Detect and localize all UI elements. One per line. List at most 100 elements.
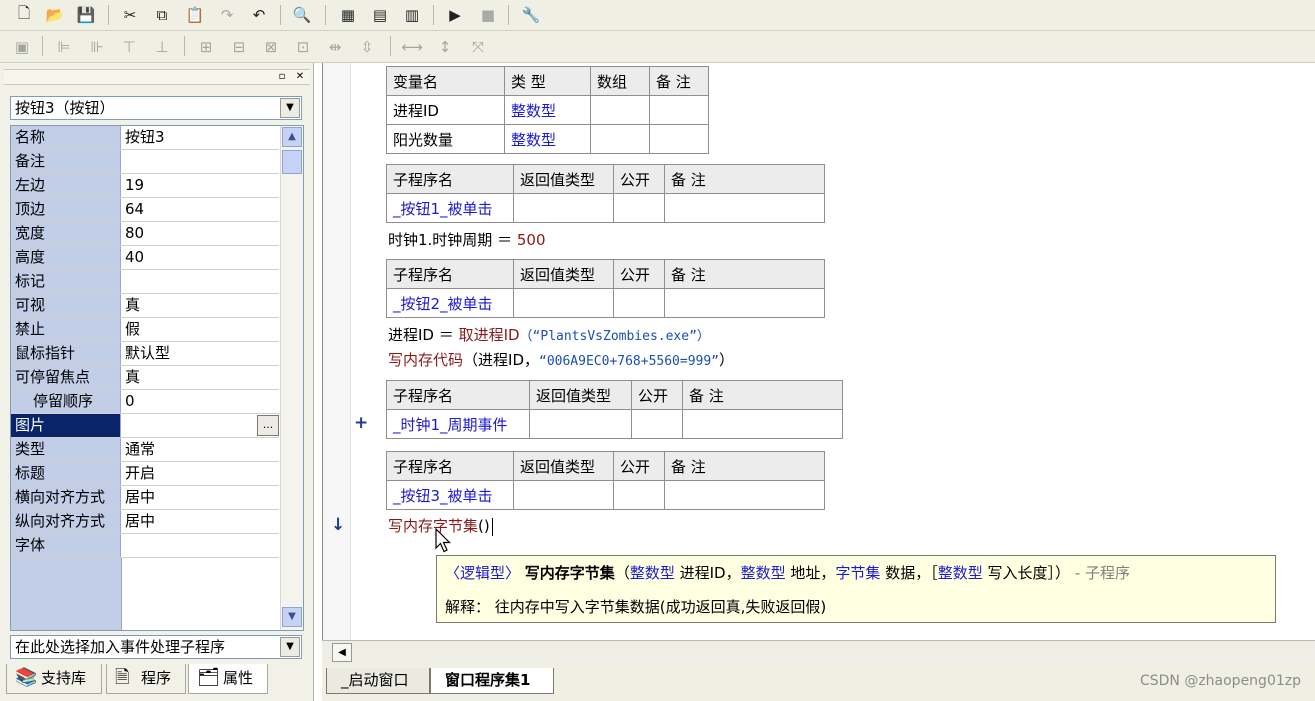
table-cell[interactable] bbox=[664, 193, 825, 223]
align-left-icon[interactable]: ⊫ bbox=[52, 36, 76, 58]
table-row[interactable]: _按钮3_被单击 bbox=[386, 480, 825, 510]
property-value[interactable]: 假 bbox=[122, 318, 279, 341]
code-line-3[interactable]: 写内存代码（进程ID，“006A9EC0+768+5560=999”） bbox=[388, 349, 734, 370]
tab-program[interactable]: 🗎 程序 bbox=[106, 664, 186, 694]
tab-properties[interactable]: 🗂 属性 bbox=[188, 664, 268, 694]
property-value[interactable]: 64 bbox=[122, 198, 279, 221]
panel-close-icon[interactable]: ✕ bbox=[294, 71, 306, 83]
property-value[interactable]: 默认型 bbox=[122, 342, 279, 365]
property-value[interactable]: 居中 bbox=[122, 486, 279, 509]
stop-icon[interactable]: ■ bbox=[476, 4, 500, 26]
subroutine-name[interactable]: _按钮1_被单击 bbox=[386, 193, 514, 223]
space-v-icon[interactable]: ⇳ bbox=[355, 36, 379, 58]
property-value[interactable]: 40 bbox=[122, 246, 279, 269]
align-right-icon[interactable]: ⊪ bbox=[85, 36, 109, 58]
paste-icon[interactable]: 📋 bbox=[183, 4, 207, 26]
property-row[interactable]: 停留顺序 0 bbox=[11, 390, 279, 414]
property-row[interactable]: 标题 开启 bbox=[11, 462, 279, 486]
component-selector[interactable]: 按钮3（按钮） ▼ bbox=[10, 96, 302, 120]
table-cell[interactable] bbox=[664, 480, 825, 510]
property-row[interactable]: 类型 通常 bbox=[11, 438, 279, 462]
tab-window-assembly[interactable]: 窗口程序集1 bbox=[430, 668, 554, 694]
run-icon[interactable]: ▶ bbox=[443, 4, 467, 26]
redo-icon[interactable]: ↷ bbox=[215, 4, 239, 26]
property-value[interactable]: 居中 bbox=[122, 510, 279, 533]
height-icon[interactable]: ↕ bbox=[433, 36, 457, 58]
table-row[interactable]: _时钟1_周期事件 bbox=[386, 409, 843, 439]
table-cell[interactable] bbox=[664, 288, 825, 318]
property-value[interactable]: 按钮3 bbox=[122, 126, 279, 149]
property-scrollbar[interactable]: ▲ ▼ bbox=[280, 126, 303, 630]
property-row[interactable]: 标记 bbox=[11, 270, 279, 294]
property-row[interactable]: 禁止假 bbox=[11, 318, 279, 342]
panel-restore-icon[interactable]: ▫ bbox=[276, 71, 288, 83]
table-cell[interactable] bbox=[529, 409, 632, 439]
layout-left-icon[interactable]: ▦ bbox=[336, 4, 360, 26]
width-icon[interactable]: ⟷ bbox=[400, 36, 424, 58]
table-row[interactable]: 阳光数量 整数型 bbox=[386, 124, 709, 154]
table-cell[interactable] bbox=[513, 288, 614, 318]
editor-hscrollbar[interactable]: ◀ bbox=[322, 640, 1315, 664]
property-value[interactable]: 19 bbox=[122, 174, 279, 197]
property-row[interactable]: 宽度 80 bbox=[11, 222, 279, 246]
table-cell[interactable] bbox=[613, 480, 665, 510]
property-value[interactable] bbox=[122, 414, 279, 437]
table-row[interactable]: _按钮2_被单击 bbox=[386, 288, 825, 318]
scroll-thumb[interactable] bbox=[282, 150, 302, 174]
align-grid-icon[interactable]: ▣ bbox=[10, 36, 34, 58]
property-row[interactable]: 横向对齐方式 居中 bbox=[11, 486, 279, 510]
table-cell[interactable] bbox=[513, 193, 614, 223]
layout-top-icon[interactable]: ▤ bbox=[368, 4, 392, 26]
debug-icon[interactable]: 🔧 bbox=[519, 4, 543, 26]
table-cell[interactable]: 整数型 bbox=[504, 124, 591, 154]
property-row[interactable]: 高度 40 bbox=[11, 246, 279, 270]
event-selector[interactable]: 在此处选择加入事件处理子程序 ▼ bbox=[10, 635, 302, 659]
property-value[interactable]: 真 bbox=[122, 294, 279, 317]
property-value[interactable] bbox=[122, 150, 279, 173]
center-v-icon[interactable]: ⊟ bbox=[227, 36, 251, 58]
chevron-down-icon[interactable]: ▼ bbox=[280, 98, 300, 118]
property-value[interactable]: 开启 bbox=[122, 462, 279, 485]
table-cell[interactable] bbox=[590, 95, 650, 125]
property-value[interactable]: 真 bbox=[122, 366, 279, 389]
table-cell[interactable] bbox=[613, 193, 665, 223]
subroutine-name[interactable]: _时钟1_周期事件 bbox=[386, 409, 530, 439]
size-icon[interactable]: ⤧ bbox=[466, 36, 490, 58]
align-top-icon[interactable]: ⊤ bbox=[117, 36, 141, 58]
table-row[interactable]: _按钮1_被单击 bbox=[386, 193, 825, 223]
property-value[interactable] bbox=[122, 534, 279, 557]
same-width-icon[interactable]: ⊠ bbox=[259, 36, 283, 58]
table-cell[interactable]: 整数型 bbox=[504, 95, 591, 125]
save-icon[interactable]: 💾 bbox=[74, 4, 98, 26]
property-row[interactable]: 可停留焦点真 bbox=[11, 366, 279, 390]
copy-icon[interactable]: ⧉ bbox=[150, 4, 174, 26]
property-row[interactable]: 备注 bbox=[11, 150, 279, 174]
same-height-icon[interactable]: ⊡ bbox=[291, 36, 315, 58]
property-row[interactable]: 顶边 64 bbox=[11, 198, 279, 222]
table-cell[interactable] bbox=[649, 124, 709, 154]
table-cell[interactable] bbox=[682, 409, 843, 439]
property-row[interactable]: 纵向对齐方式 居中 bbox=[11, 510, 279, 534]
property-row[interactable]: 名称 按钮3 bbox=[11, 126, 279, 150]
scroll-left-icon[interactable]: ◀ bbox=[332, 643, 352, 662]
scroll-up-icon[interactable]: ▲ bbox=[282, 127, 302, 147]
cut-icon[interactable]: ✂ bbox=[118, 4, 142, 26]
table-cell[interactable]: 进程ID bbox=[386, 95, 505, 125]
subroutine-name[interactable]: _按钮3_被单击 bbox=[386, 480, 514, 510]
table-cell[interactable] bbox=[590, 124, 650, 154]
find-icon[interactable]: 🔍 bbox=[290, 4, 314, 26]
property-value[interactable]: 0 bbox=[122, 390, 279, 413]
table-cell[interactable] bbox=[613, 288, 665, 318]
code-editor[interactable]: 变量名 类 型 数组 备 注 进程ID 整数型 阳光数量 整数型 子程序名 返回… bbox=[322, 63, 1315, 640]
code-line-1[interactable]: 时钟1.时钟周期 ＝ 500 bbox=[388, 229, 546, 250]
expand-plus-icon[interactable]: + bbox=[354, 413, 368, 433]
property-row[interactable]: 字体 bbox=[11, 534, 279, 558]
tab-startup-window[interactable]: _启动窗口 bbox=[326, 668, 430, 694]
property-value[interactable]: 80 bbox=[122, 222, 279, 245]
space-h-icon[interactable]: ⇹ bbox=[323, 36, 347, 58]
table-cell[interactable] bbox=[649, 95, 709, 125]
align-bottom-icon[interactable]: ⊥ bbox=[150, 36, 174, 58]
code-line-2[interactable]: 进程ID ＝ 取进程ID（“PlantsVsZombies.exe”） bbox=[388, 324, 710, 345]
new-file-icon[interactable]: 🗋 bbox=[12, 4, 36, 26]
layout-grid-icon[interactable]: ▥ bbox=[400, 4, 424, 26]
